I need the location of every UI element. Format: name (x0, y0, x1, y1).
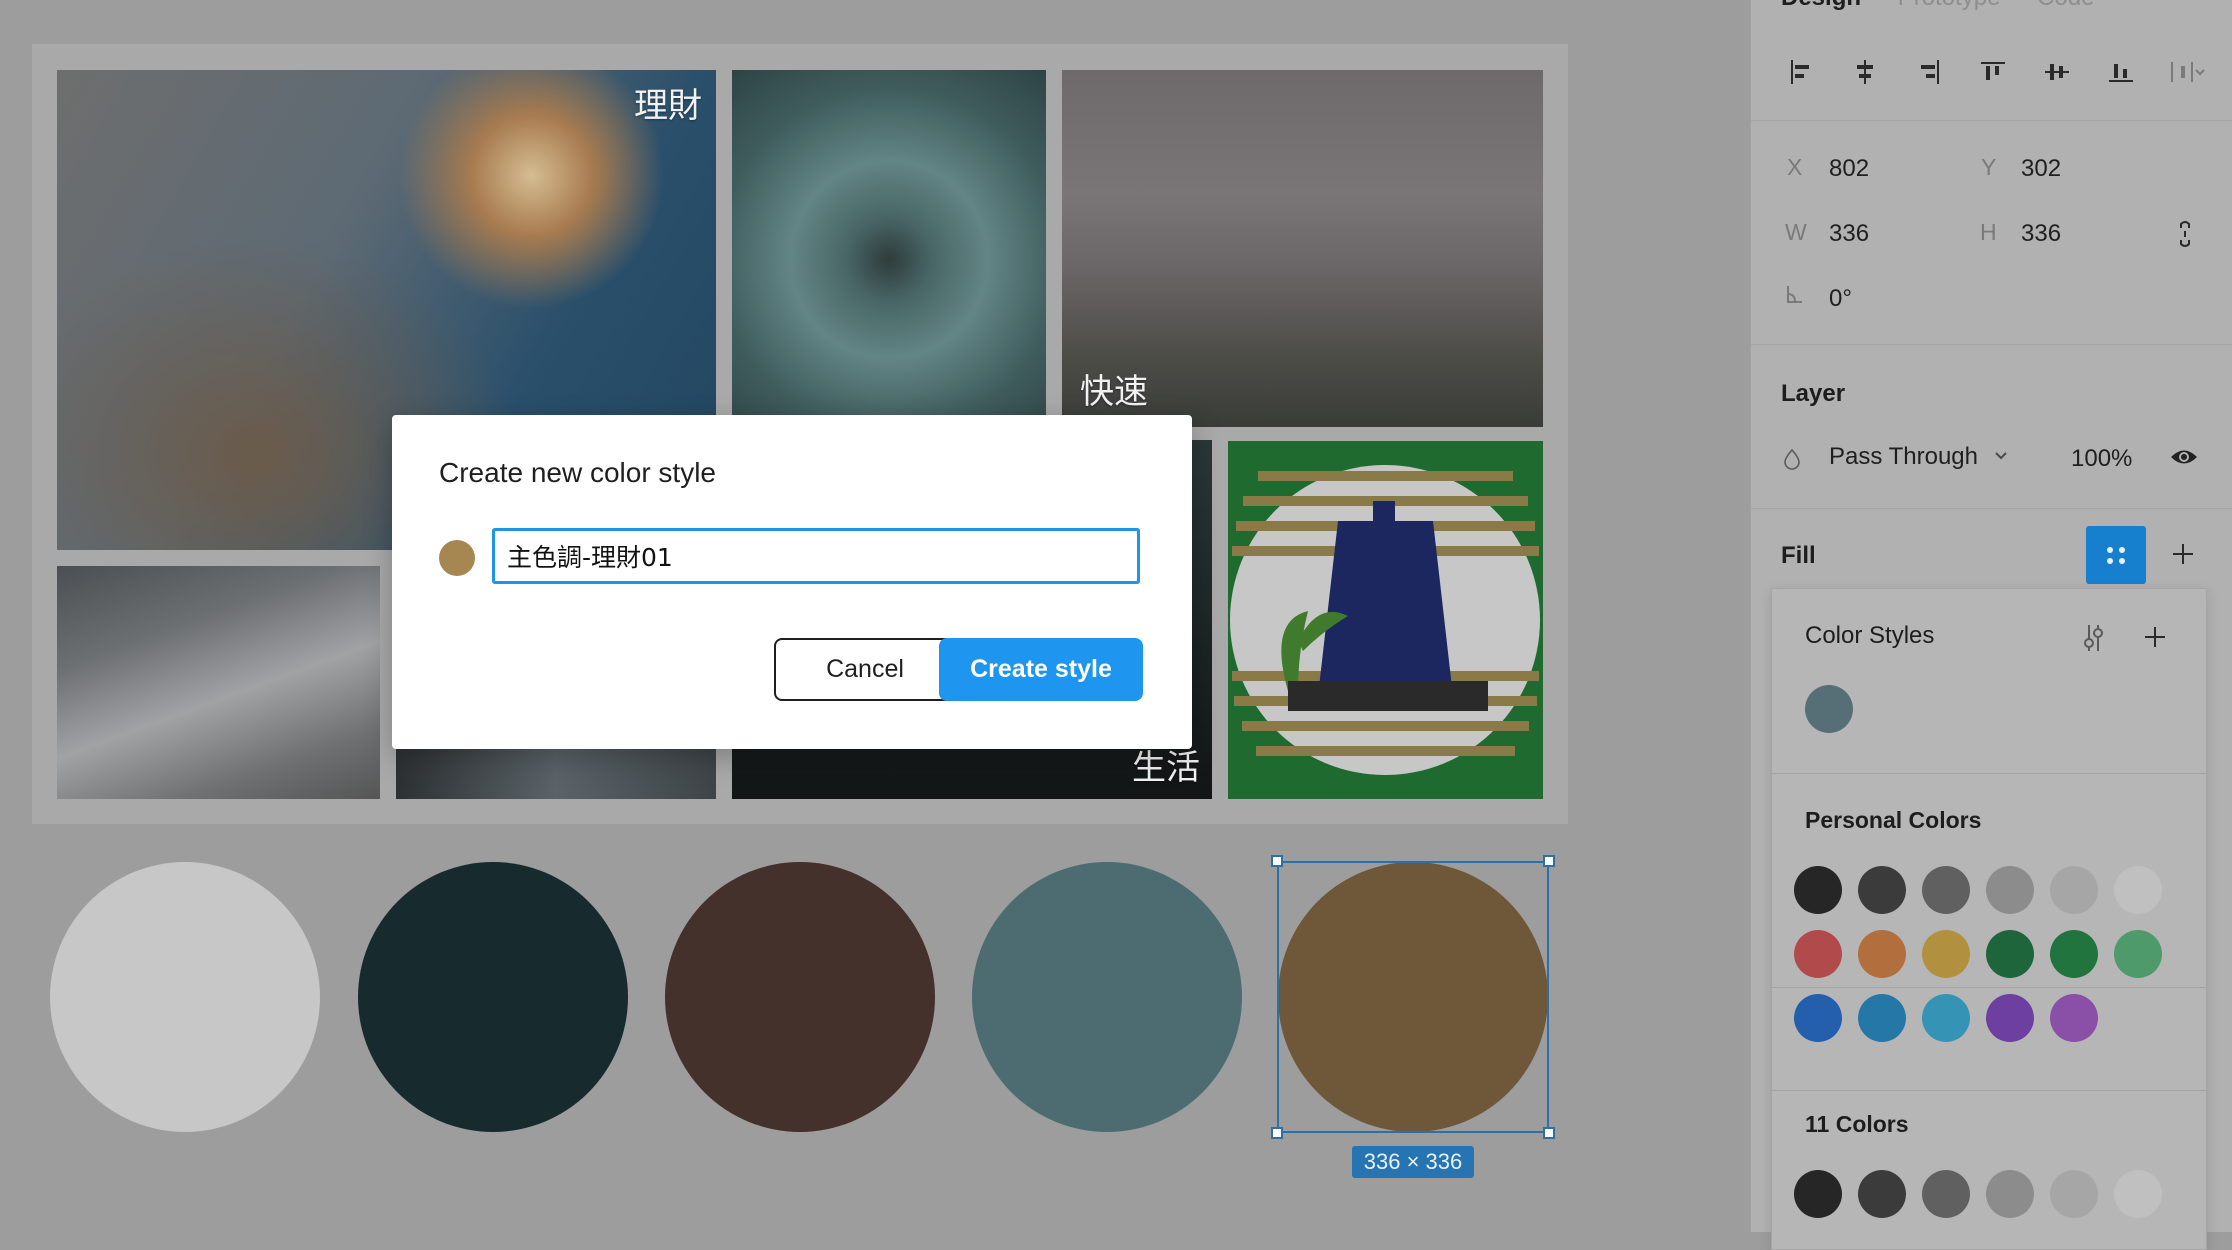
eleven-color-swatch[interactable] (1986, 1170, 2034, 1218)
resize-handle-top-right[interactable] (1543, 855, 1555, 867)
swatch-light-gray[interactable] (50, 862, 320, 1132)
y-field[interactable]: 302 (2021, 155, 2061, 183)
align-top-icon[interactable] (1973, 52, 2013, 92)
personal-color-swatch[interactable] (1922, 994, 1970, 1042)
divider (1751, 344, 2232, 345)
divider (1751, 508, 2232, 509)
swatch-slate-teal[interactable] (972, 862, 1242, 1132)
align-left-icon[interactable] (1781, 52, 1821, 92)
distribute-icon[interactable] (2165, 52, 2205, 92)
constrain-proportions-icon[interactable] (2175, 218, 2195, 250)
chevron-down-icon[interactable] (1993, 448, 2009, 464)
create-style-button[interactable]: Create style (939, 638, 1143, 701)
style-picker-button[interactable] (2086, 526, 2146, 584)
personal-color-swatch[interactable] (1794, 930, 1842, 978)
eleven-color-swatch[interactable] (2050, 1170, 2098, 1218)
caption-finance: 理財 (634, 86, 702, 126)
size-badge: 336 × 336 (1352, 1146, 1474, 1178)
eleven-color-swatch[interactable] (1794, 1170, 1842, 1218)
personal-color-swatch[interactable] (1986, 994, 2034, 1042)
personal-color-swatch[interactable] (1922, 930, 1970, 978)
blend-mode-select[interactable]: Pass Through (1829, 443, 1978, 471)
divider (1772, 1090, 2206, 1091)
align-vertical-center-icon[interactable] (2037, 52, 2077, 92)
fill-title: Fill (1781, 542, 1816, 569)
personal-color-swatch[interactable] (2114, 866, 2162, 914)
visibility-eye-icon[interactable] (2169, 444, 2199, 470)
swatch-dark-brown[interactable] (665, 862, 935, 1132)
style-swatch[interactable] (1805, 685, 1853, 733)
personal-color-swatch[interactable] (2050, 994, 2098, 1042)
caption-fast: 快速 (1080, 372, 1148, 412)
eleven-colors-title: 11 Colors (1805, 1111, 1909, 1137)
divider (1772, 773, 2206, 774)
dialog-title: Create new color style (439, 457, 717, 488)
color-styles-title: Color Styles (1805, 622, 1935, 649)
personal-color-swatch[interactable] (1986, 930, 2034, 978)
h-field[interactable]: 336 (2021, 220, 2061, 248)
image-buildings[interactable] (396, 742, 716, 799)
cancel-button[interactable]: Cancel (774, 638, 956, 701)
personal-color-swatch[interactable] (1922, 866, 1970, 914)
rotation-icon (1785, 284, 1805, 306)
emblem-logo-icon (1230, 465, 1540, 775)
resize-handle-top-left[interactable] (1271, 855, 1283, 867)
add-style-icon[interactable] (2143, 625, 2167, 649)
add-fill-icon[interactable] (2171, 542, 2195, 566)
tab-code[interactable]: Code (2037, 0, 2094, 11)
y-label: Y (1981, 154, 1997, 180)
personal-color-swatch[interactable] (2050, 866, 2098, 914)
swatch-dark-teal[interactable] (358, 862, 628, 1132)
panel-tabs: Design Prototype Code (1751, 0, 2094, 14)
personal-color-swatch[interactable] (2050, 930, 2098, 978)
personal-color-swatch[interactable] (1794, 866, 1842, 914)
create-color-style-dialog: Create new color style Cancel Create sty… (392, 415, 1192, 749)
style-name-input[interactable] (492, 528, 1140, 584)
align-bottom-icon[interactable] (2101, 52, 2141, 92)
style-color-preview[interactable] (439, 540, 475, 576)
image-metro-station[interactable]: 快速 (1062, 70, 1543, 427)
divider (1751, 120, 2232, 121)
rotation-field[interactable]: 0° (1829, 285, 1852, 313)
personal-color-swatch[interactable] (1794, 994, 1842, 1042)
align-right-icon[interactable] (1909, 52, 1949, 92)
personal-colors-title: Personal Colors (1805, 807, 1982, 833)
w-field[interactable]: 336 (1829, 220, 1869, 248)
selection-box[interactable] (1277, 861, 1549, 1133)
eleven-color-swatch[interactable] (1858, 1170, 1906, 1218)
layer-title: Layer (1781, 380, 1846, 407)
personal-color-swatch[interactable] (1858, 994, 1906, 1042)
eleven-color-swatch[interactable] (1922, 1170, 1970, 1218)
tab-prototype[interactable]: Prototype (1898, 0, 2001, 11)
tab-design[interactable]: Design (1781, 0, 1861, 11)
resize-handle-bottom-right[interactable] (1543, 1127, 1555, 1139)
image-succulent[interactable] (732, 70, 1046, 415)
divider (1772, 987, 2206, 988)
h-label: H (1980, 219, 1997, 245)
adjust-sliders-icon[interactable] (2081, 623, 2105, 653)
eleven-color-swatch[interactable] (2114, 1170, 2162, 1218)
x-label: X (1787, 154, 1803, 180)
alignment-toolbar (1781, 52, 2205, 92)
align-horizontal-center-icon[interactable] (1845, 52, 1885, 92)
x-field[interactable]: 802 (1829, 155, 1869, 183)
personal-color-swatch[interactable] (2114, 930, 2162, 978)
resize-handle-bottom-left[interactable] (1271, 1127, 1283, 1139)
color-styles-popover: Color Styles Personal Colors 11 Colors (1771, 588, 2207, 1250)
layer-opacity-field[interactable]: 100% (2071, 445, 2132, 473)
personal-color-swatch[interactable] (1986, 866, 2034, 914)
personal-color-swatch[interactable] (1858, 866, 1906, 914)
image-emblem-logo[interactable] (1228, 441, 1543, 799)
w-label: W (1785, 219, 1807, 245)
blend-mode-icon (1783, 448, 1801, 470)
image-high-speed-train[interactable] (57, 566, 380, 799)
personal-color-swatch[interactable] (1858, 930, 1906, 978)
